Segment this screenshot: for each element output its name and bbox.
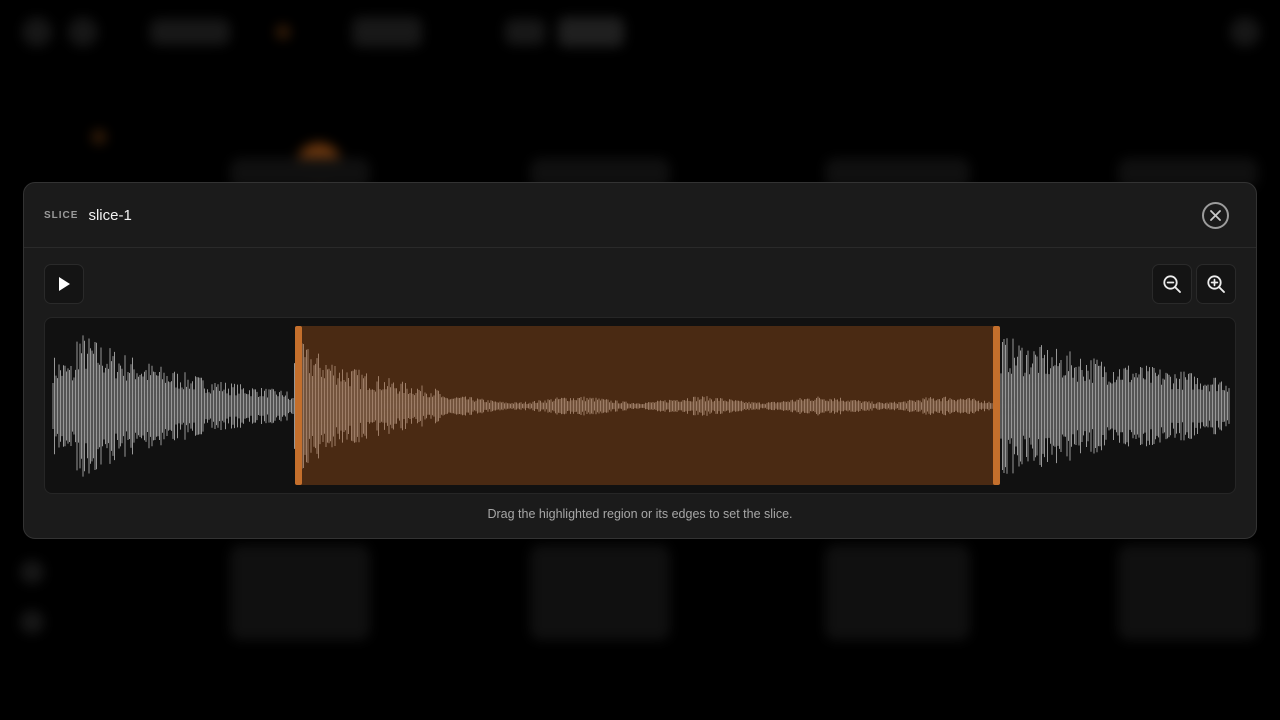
background-icon: [20, 560, 44, 584]
zoom-in-button[interactable]: [1196, 264, 1236, 304]
slice-end-handle[interactable]: [992, 326, 1000, 485]
dialog-kicker: SLICE: [44, 209, 79, 221]
background-control: [505, 19, 545, 45]
waveform-panel[interactable]: [44, 317, 1236, 494]
background-pad: [530, 545, 670, 640]
background-pad: [1118, 545, 1258, 640]
close-icon: [1210, 210, 1221, 221]
background-control: [150, 19, 230, 45]
background-icon: [1230, 17, 1260, 47]
background-pad: [230, 545, 370, 640]
background-pad: [825, 545, 970, 640]
zoom-out-icon: [1163, 275, 1181, 293]
slice-region[interactable]: [295, 326, 1000, 485]
slice-hint: Drag the highlighted region or its edges…: [487, 507, 793, 521]
background-control: [352, 17, 422, 47]
play-icon: [59, 277, 70, 291]
background-icon: [68, 17, 98, 47]
play-button[interactable]: [44, 264, 84, 304]
zoom-out-button[interactable]: [1152, 264, 1192, 304]
background-control: [558, 17, 624, 47]
zoom-in-icon: [1207, 275, 1225, 293]
dialog-header: SLICE slice-1: [24, 183, 1256, 248]
slice-start-handle[interactable]: [295, 326, 303, 485]
slice-editor-dialog: SLICE slice-1 Drag the highlighted regio…: [23, 182, 1257, 539]
background-icon: [22, 17, 52, 47]
waveform-toolbar: [44, 264, 1236, 304]
background-topbar: [0, 0, 1280, 64]
background-indicator: [276, 25, 290, 39]
dialog-title: slice-1: [88, 206, 132, 224]
background-icon: [20, 610, 44, 634]
close-button[interactable]: [1202, 202, 1229, 229]
background-indicator: [92, 130, 106, 144]
